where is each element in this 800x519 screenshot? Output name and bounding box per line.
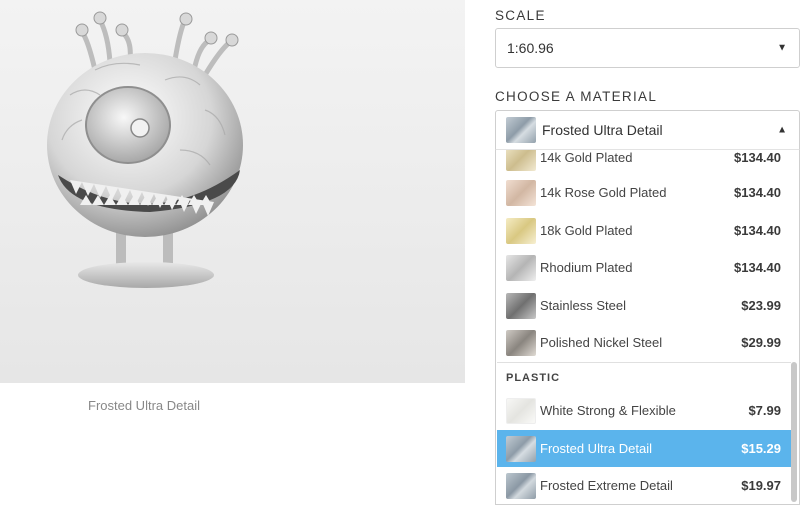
material-option[interactable]: Rhodium Plated $134.40: [497, 249, 791, 286]
material-option-name: Rhodium Plated: [540, 260, 633, 275]
material-option[interactable]: 18k Gold Plated $134.40: [497, 212, 791, 249]
selected-material-name: Frosted Ultra Detail: [542, 122, 663, 138]
material-swatch: [506, 397, 536, 424]
material-option[interactable]: Frosted Extreme Detail $19.97: [497, 467, 791, 504]
material-option-name: 14k Rose Gold Plated: [540, 185, 667, 200]
material-option[interactable]: Polished Nickel Steel $29.99: [497, 324, 791, 361]
beholder-model-image: [47, 11, 243, 288]
material-option-name: Frosted Ultra Detail: [540, 441, 652, 456]
selected-material-swatch: [506, 117, 536, 143]
chevron-down-icon: ▼: [777, 42, 787, 54]
material-option-price: $134.40: [734, 260, 781, 275]
scale-label: SCALE: [495, 8, 546, 23]
material-option-price: $134.40: [734, 185, 781, 200]
material-option-price: $23.99: [741, 298, 781, 313]
preview-caption: Frosted Ultra Detail: [88, 398, 200, 413]
material-swatch: [506, 179, 536, 206]
material-swatch: [506, 254, 536, 281]
model-preview[interactable]: [0, 0, 465, 383]
material-option-selected[interactable]: Frosted Ultra Detail $15.29: [497, 430, 791, 467]
material-option-price: $134.40: [734, 223, 781, 238]
material-option-price: $19.97: [741, 478, 781, 493]
material-option-name: Frosted Extreme Detail: [540, 478, 673, 493]
material-option-price: $134.40: [734, 150, 781, 165]
material-option-name: 14k Gold Plated: [540, 150, 633, 165]
chevron-up-icon: ▲: [777, 124, 787, 136]
material-option-price: $15.29: [741, 441, 781, 456]
material-swatch: [506, 217, 536, 244]
dropdown-scrollbar[interactable]: [791, 362, 797, 502]
material-option-name: Polished Nickel Steel: [540, 335, 663, 350]
scale-select[interactable]: 1:60.96 ▼: [495, 28, 800, 68]
material-dropdown[interactable]: 14k Gold Plated $134.40 14k Rose Gold Pl…: [495, 150, 800, 505]
group-divider: [497, 362, 791, 363]
plastic-group-label: PLASTIC: [506, 372, 561, 384]
material-option[interactable]: White Strong & Flexible $7.99: [497, 392, 791, 429]
material-label: CHOOSE A MATERIAL: [495, 89, 658, 104]
material-option[interactable]: 14k Rose Gold Plated $134.40: [497, 174, 791, 211]
material-option-price: $7.99: [748, 403, 781, 418]
material-select[interactable]: Frosted Ultra Detail ▲: [495, 110, 800, 150]
material-option-name: White Strong & Flexible: [540, 403, 676, 418]
material-option-name: 18k Gold Plated: [540, 223, 633, 238]
scale-value: 1:60.96: [507, 40, 554, 56]
material-swatch: [506, 329, 536, 356]
material-swatch: [506, 435, 536, 462]
material-option-name: Stainless Steel: [540, 298, 626, 313]
material-option-price: $29.99: [741, 335, 781, 350]
material-option[interactable]: 14k Gold Plated $134.40: [497, 150, 791, 176]
material-swatch: [506, 150, 536, 171]
material-swatch: [506, 472, 536, 499]
material-option[interactable]: Stainless Steel $23.99: [497, 287, 791, 324]
material-swatch: [506, 292, 536, 319]
